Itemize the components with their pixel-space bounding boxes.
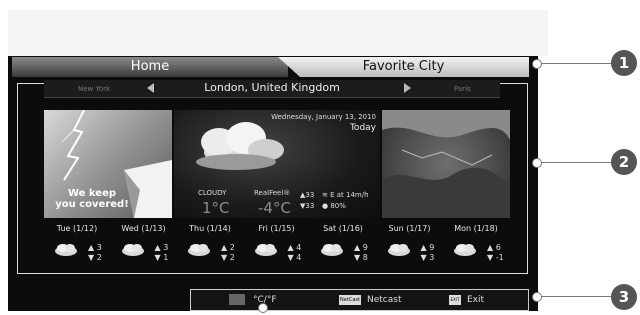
forecast-day: Fri (1/15) ▲ 4 ▼ 4	[244, 224, 310, 266]
forecast-weather-icon	[454, 244, 476, 256]
forecast-high: ▲ 3	[88, 243, 102, 252]
forecast-low: ▼ 4	[287, 253, 302, 262]
next-city[interactable]: Paris	[454, 85, 471, 93]
wind-icon: ≋	[322, 191, 328, 199]
callout-3: 3	[611, 284, 637, 310]
bottom-bar: °C/°F NetCast Netcast EXIT Exit	[190, 289, 529, 311]
forecast-low: ▼ 2	[88, 253, 102, 262]
callout-leader-1	[540, 63, 612, 64]
promo-line-1: We keep	[67, 188, 117, 199]
unit-key-icon	[229, 294, 245, 305]
forecast-day-label: Sat (1/16)	[323, 224, 363, 233]
callout-leader-2	[540, 162, 612, 163]
forecast-day: Tue (1/12) ▲ 3 ▼ 2	[44, 224, 110, 266]
forecast-weather-icon	[254, 244, 277, 256]
exit-key-icon: EXIT	[449, 295, 461, 305]
forecast-high: ▲ 3	[154, 243, 169, 252]
forecast-weather-icon	[55, 244, 77, 256]
forecast-day: Sat (1/16) ▲ 9 ▼ 8	[310, 224, 376, 266]
forecast-high: ▲ 2	[221, 243, 235, 252]
forecast-high: ▲ 4	[287, 243, 302, 252]
forecast-high: ▲ 6	[487, 243, 501, 252]
callout-leader-3	[540, 296, 612, 297]
promo-panel: We keep you covered!	[44, 110, 172, 218]
forecast-high: ▲ 9	[354, 243, 368, 252]
forecast-day: Sun (1/17) ▲ 9 ▼ 3	[377, 224, 443, 266]
exit-button[interactable]: Exit	[467, 295, 484, 305]
top-background	[8, 10, 548, 56]
callout-2: 2	[611, 149, 637, 175]
forecast-row: Tue (1/12) ▲ 3 ▼ 2 Wed (1/13) ▲ 3 ▼ 1 Thu (1/1…	[44, 224, 510, 266]
forecast-day-label: Fri (1/15)	[258, 224, 295, 233]
forecast-day-label: Thu (1/14)	[189, 224, 231, 233]
low-temp: ▼33	[300, 202, 315, 210]
netcast-logo-icon: NetCast	[339, 295, 361, 305]
callout-dot-1	[532, 59, 542, 69]
city-selector: New York London, United Kingdom Paris	[44, 80, 500, 98]
forecast-low: ▼ 2	[221, 253, 235, 262]
forecast-day: Thu (1/14) ▲ 2 ▼ 2	[177, 224, 243, 266]
forecast-day-label: Wed (1/13)	[121, 224, 166, 233]
realfeel-temp: -4°C	[258, 199, 291, 217]
forecast-low: ▼ -1	[487, 253, 504, 262]
realfeel-label: RealFeel®	[254, 189, 291, 197]
current-temp: 1°C	[202, 199, 230, 217]
map-image	[382, 110, 510, 218]
forecast-high: ▲ 9	[420, 243, 435, 252]
drop-icon: ●	[322, 202, 329, 210]
today-panel: Wednesday, January 13, 2010 Today CLOUDY…	[174, 110, 380, 218]
forecast-day-label: Tue (1/12)	[56, 224, 98, 233]
current-city: London, United Kingdom	[204, 81, 340, 94]
condition-text: CLOUDY	[198, 189, 227, 197]
forecast-day-label: Mon (1/18)	[454, 224, 498, 233]
wind-info: ≋ E at 14m/h	[322, 191, 369, 199]
callout-dot-bottom	[258, 303, 268, 313]
today-date: Wednesday, January 13, 2010	[271, 113, 376, 121]
tab-favorite-city[interactable]: Favorite City	[278, 57, 529, 77]
forecast-weather-icon	[188, 244, 210, 256]
humidity-info: ● 80%	[322, 202, 346, 210]
tab-home[interactable]: Home	[12, 57, 288, 77]
forecast-weather-icon	[121, 244, 144, 256]
forecast-weather-icon	[321, 244, 343, 256]
forecast-weather-icon	[387, 244, 410, 256]
forecast-day: Wed (1/13) ▲ 3 ▼ 1	[111, 224, 177, 266]
forecast-low: ▼ 3	[420, 253, 435, 262]
tab-bar: Home Favorite City	[12, 57, 529, 77]
right-arrow-icon[interactable]	[404, 83, 411, 93]
today-label: Today	[349, 123, 376, 133]
callout-dot-3	[532, 292, 542, 302]
satellite-map	[382, 110, 510, 218]
forecast-day-label: Sun (1/17)	[388, 224, 431, 233]
forecast-low: ▼ 1	[154, 253, 169, 262]
callout-dot-2	[532, 158, 542, 168]
forecast-low: ▼ 8	[354, 253, 368, 262]
callout-1: 1	[611, 50, 637, 76]
netcast-button[interactable]: Netcast	[367, 295, 401, 305]
forecast-day: Mon (1/18) ▲ 6 ▼ -1	[443, 224, 509, 266]
high-temp: ▲33	[300, 191, 315, 199]
promo-line-2: you covered!	[55, 199, 129, 210]
